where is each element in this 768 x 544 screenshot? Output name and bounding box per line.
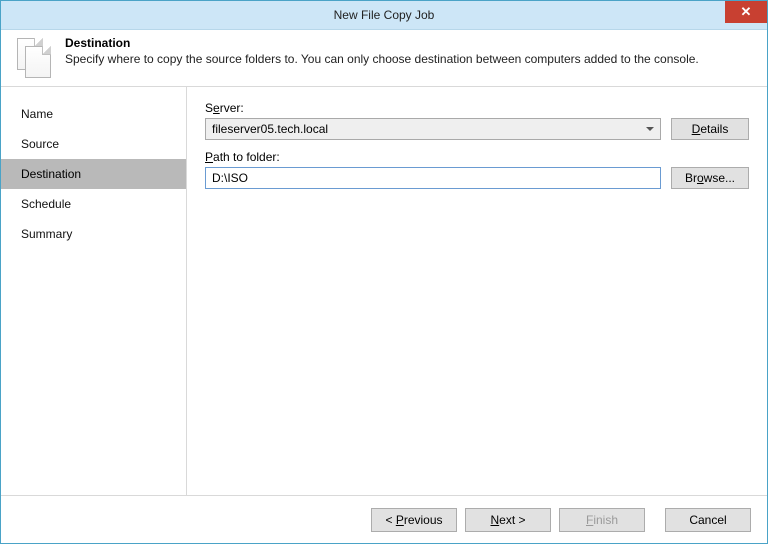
page-title: Destination [65,36,699,50]
sidebar-item-source[interactable]: Source [1,129,186,159]
previous-button[interactable]: < Previous [371,508,457,532]
sidebar-item-schedule[interactable]: Schedule [1,189,186,219]
sidebar-item-label: Destination [21,167,81,181]
browse-button[interactable]: Browse... [671,167,749,189]
sidebar-item-label: Name [21,107,53,121]
wizard-window: New File Copy Job ✕ Destination Specify … [0,0,768,544]
window-title: New File Copy Job [334,8,435,22]
close-button[interactable]: ✕ [725,1,767,23]
close-icon: ✕ [741,4,752,20]
sidebar-item-destination[interactable]: Destination [1,159,186,189]
cancel-button[interactable]: Cancel [665,508,751,532]
server-label: Server: [205,101,749,115]
path-input[interactable] [205,167,661,189]
header-text: Destination Specify where to copy the so… [65,36,699,66]
wizard-header: Destination Specify where to copy the so… [1,30,767,87]
content-pane: Server: fileserver05.tech.local Details … [187,87,767,495]
sidebar-item-name[interactable]: Name [1,99,186,129]
details-button[interactable]: Details [671,118,749,140]
finish-button: Finish [559,508,645,532]
server-select[interactable]: fileserver05.tech.local [205,118,661,140]
wizard-footer: < Previous Next > Finish Cancel [1,495,767,543]
path-label: Path to folder: [205,150,749,164]
sidebar: Name Source Destination Schedule Summary [1,87,187,495]
wizard-body: Name Source Destination Schedule Summary… [1,87,767,495]
titlebar: New File Copy Job ✕ [1,1,767,30]
file-copy-icon [13,36,53,76]
sidebar-item-label: Summary [21,227,72,241]
next-button[interactable]: Next > [465,508,551,532]
sidebar-item-label: Schedule [21,197,71,211]
sidebar-item-summary[interactable]: Summary [1,219,186,249]
page-subtitle: Specify where to copy the source folders… [65,52,699,66]
sidebar-item-label: Source [21,137,59,151]
server-select-value: fileserver05.tech.local [212,122,328,136]
